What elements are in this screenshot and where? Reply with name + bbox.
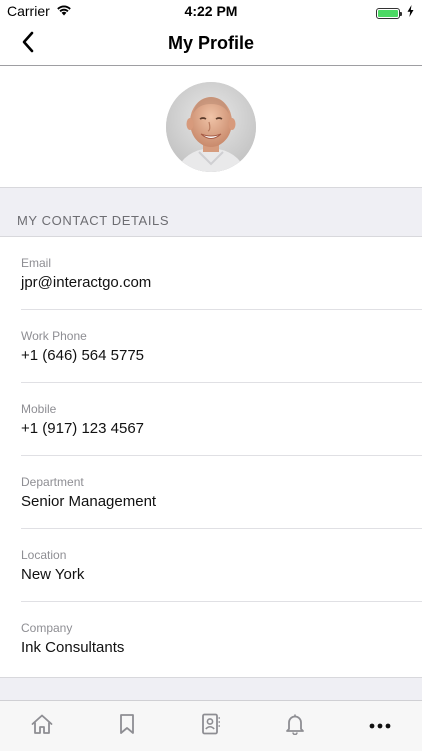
more-icon	[368, 717, 392, 735]
tab-bookmarks[interactable]	[84, 701, 168, 751]
battery-icon	[376, 7, 402, 19]
detail-label: Department	[21, 475, 84, 489]
page-title: My Profile	[167, 33, 255, 53]
avatar[interactable]	[166, 82, 256, 172]
detail-row-department[interactable]: Department Senior Management	[0, 456, 422, 529]
list-footer-spacer	[0, 677, 422, 701]
bookmark-icon	[118, 713, 136, 740]
detail-value: +1 (917) 123 4567	[21, 420, 145, 437]
detail-row-work-phone[interactable]: Work Phone +1 (646) 564 5775	[0, 310, 422, 383]
bell-icon	[285, 713, 305, 740]
detail-row-location[interactable]: Location New York	[0, 529, 422, 602]
tab-bar	[0, 700, 422, 751]
contact-details-list: Email jpr@interactgo.com Work Phone +1 (…	[0, 237, 422, 676]
avatar-section	[0, 66, 422, 188]
detail-value: New York	[21, 566, 85, 583]
status-time: 4:22 PM	[184, 3, 238, 19]
detail-label: Email	[21, 256, 52, 270]
charging-bolt-icon	[407, 4, 414, 22]
contacts-icon	[201, 713, 221, 740]
navigation-bar: My Profile	[0, 22, 422, 66]
status-right	[376, 4, 414, 22]
status-bar: Carrier 4:22 PM	[0, 0, 422, 22]
tab-notifications[interactable]	[253, 701, 337, 751]
tab-home[interactable]	[0, 701, 84, 751]
detail-value: jpr@interactgo.com	[21, 274, 152, 291]
home-icon	[30, 713, 54, 740]
battery-level-fill	[378, 9, 398, 17]
detail-label: Company	[21, 621, 73, 635]
detail-row-email[interactable]: Email jpr@interactgo.com	[0, 237, 422, 310]
avatar-photo	[166, 82, 256, 172]
detail-label: Work Phone	[21, 329, 87, 343]
contact-details-header: MY CONTACT DETAILS	[0, 188, 422, 237]
detail-value: Senior Management	[21, 493, 157, 510]
detail-label: Location	[21, 548, 67, 562]
detail-row-company[interactable]: Company Ink Consultants	[0, 602, 422, 675]
detail-row-mobile[interactable]: Mobile +1 (917) 123 4567	[0, 383, 422, 456]
detail-label: Mobile	[21, 402, 57, 416]
detail-value: +1 (646) 564 5775	[21, 347, 145, 364]
detail-value: Ink Consultants	[21, 639, 125, 656]
tab-more[interactable]	[338, 701, 422, 751]
tab-contacts[interactable]	[169, 701, 253, 751]
section-header-label: MY CONTACT DETAILS	[17, 213, 170, 228]
